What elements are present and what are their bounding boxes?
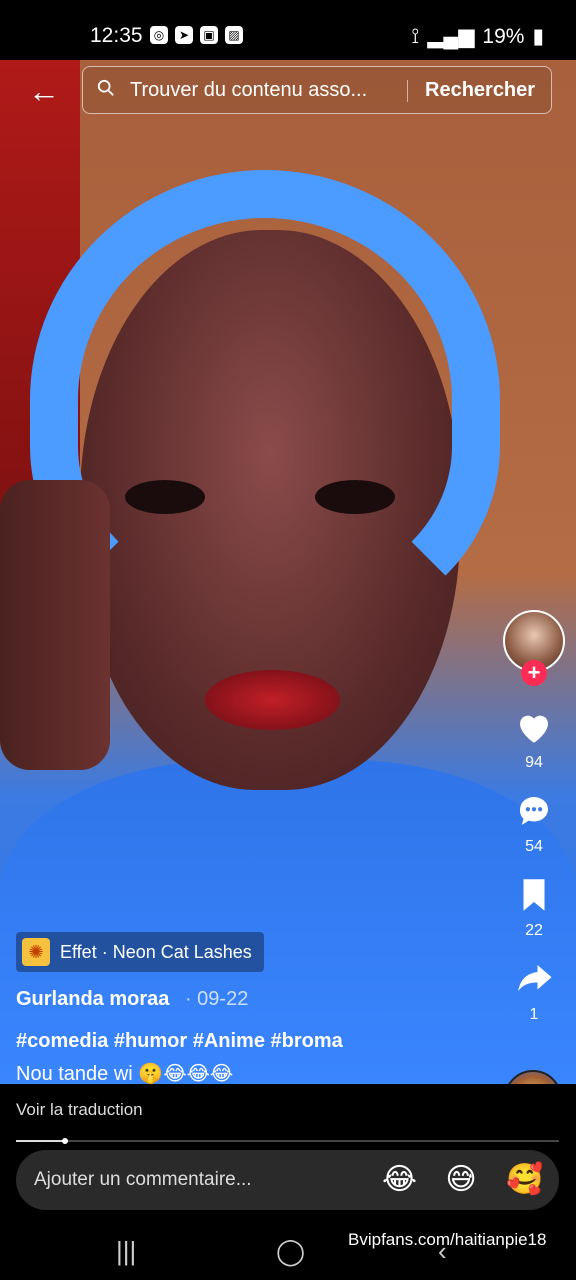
- telegram-icon: ➤: [175, 26, 193, 44]
- author-name[interactable]: Gurlanda moraa: [16, 988, 169, 1010]
- comment-action[interactable]: 54: [502, 790, 566, 856]
- share-action[interactable]: 1: [502, 958, 566, 1024]
- wifi-icon: ⟟: [411, 24, 420, 48]
- like-count: 94: [525, 754, 543, 771]
- battery-percent: 19%: [482, 24, 525, 48]
- search-button[interactable]: Rechercher: [425, 79, 535, 102]
- emoji-love-button[interactable]: 🥰: [506, 1163, 543, 1197]
- video-progress-bar[interactable]: [16, 1138, 559, 1144]
- status-app-icons: ◎ ➤ ▣ ▨: [150, 26, 243, 44]
- back-arrow-icon[interactable]: ←: [28, 75, 60, 107]
- search-icon: [97, 79, 114, 96]
- search-box[interactable]: Trouver du contenu asso... Rechercher: [82, 66, 552, 114]
- search-separator: [407, 80, 408, 102]
- share-count: 1: [529, 1006, 539, 1023]
- recent-apps-icon[interactable]: |||: [116, 1236, 136, 1267]
- battery-icon: ▮: [532, 25, 544, 48]
- effect-icon: ✺: [22, 938, 50, 966]
- emoji-sweat-button[interactable]: 😅: [444, 1163, 478, 1197]
- heart-icon[interactable]: [513, 706, 555, 748]
- status-time: 12:35: [90, 24, 143, 47]
- comment-placeholder[interactable]: Ajouter un commentaire...: [34, 1169, 252, 1191]
- comment-count: 54: [525, 838, 543, 855]
- follow-plus-icon[interactable]: +: [521, 660, 547, 686]
- status-right: ⟟ ▂▄▆ 19% ▮: [411, 24, 544, 49]
- action-rail: + 94 54 22 1: [502, 610, 566, 1024]
- save-action[interactable]: 22: [502, 874, 566, 940]
- share-arrow-icon[interactable]: [513, 958, 555, 1000]
- comment-input[interactable]: Ajouter un commentaire... 😂 😅 🥰: [16, 1150, 559, 1210]
- gallery-icon: ▨: [225, 26, 243, 44]
- watermark-text: Bvipfans.com/haitianpie18: [348, 1230, 547, 1249]
- top-bar: ← Trouver du contenu asso... Rechercher: [0, 66, 576, 116]
- home-icon[interactable]: ◯: [276, 1236, 305, 1267]
- whatsapp-icon: ◎: [150, 26, 168, 44]
- effect-tag[interactable]: ✺ Effet · Neon Cat Lashes: [16, 932, 264, 972]
- see-translation-link[interactable]: Voir la traduction: [16, 1100, 143, 1120]
- hashtags[interactable]: #comedia #humor #Anime #broma: [16, 1030, 343, 1053]
- bottom-panel: Voir la traduction Ajouter un commentair…: [0, 1084, 576, 1280]
- video-player[interactable]: [0, 60, 576, 1084]
- status-bar: 12:35 ◎ ➤ ▣ ▨ ⟟ ▂▄▆ 19% ▮: [0, 0, 576, 66]
- like-action[interactable]: 94: [502, 706, 566, 772]
- caption-text: Nou tande wi 🤫😂😂😂: [16, 1063, 234, 1085]
- video-progress-fill: [16, 1140, 65, 1142]
- signal-icon: ▂▄▆: [427, 25, 475, 48]
- comment-icon[interactable]: [513, 790, 555, 832]
- save-count: 22: [525, 922, 543, 939]
- emoji-laugh-button[interactable]: 😂: [382, 1163, 417, 1197]
- post-date: · 09-22: [184, 988, 249, 1010]
- post-author-line: Gurlanda moraa · 09-22: [16, 988, 248, 1011]
- creator-avatar[interactable]: +: [503, 610, 565, 686]
- effect-label[interactable]: Effet · Neon Cat Lashes: [60, 942, 252, 963]
- search-placeholder[interactable]: Trouver du contenu asso...: [130, 79, 395, 102]
- app-icon: ▣: [200, 26, 218, 44]
- bookmark-icon[interactable]: [513, 874, 555, 916]
- video-progress-handle[interactable]: [61, 1138, 68, 1144]
